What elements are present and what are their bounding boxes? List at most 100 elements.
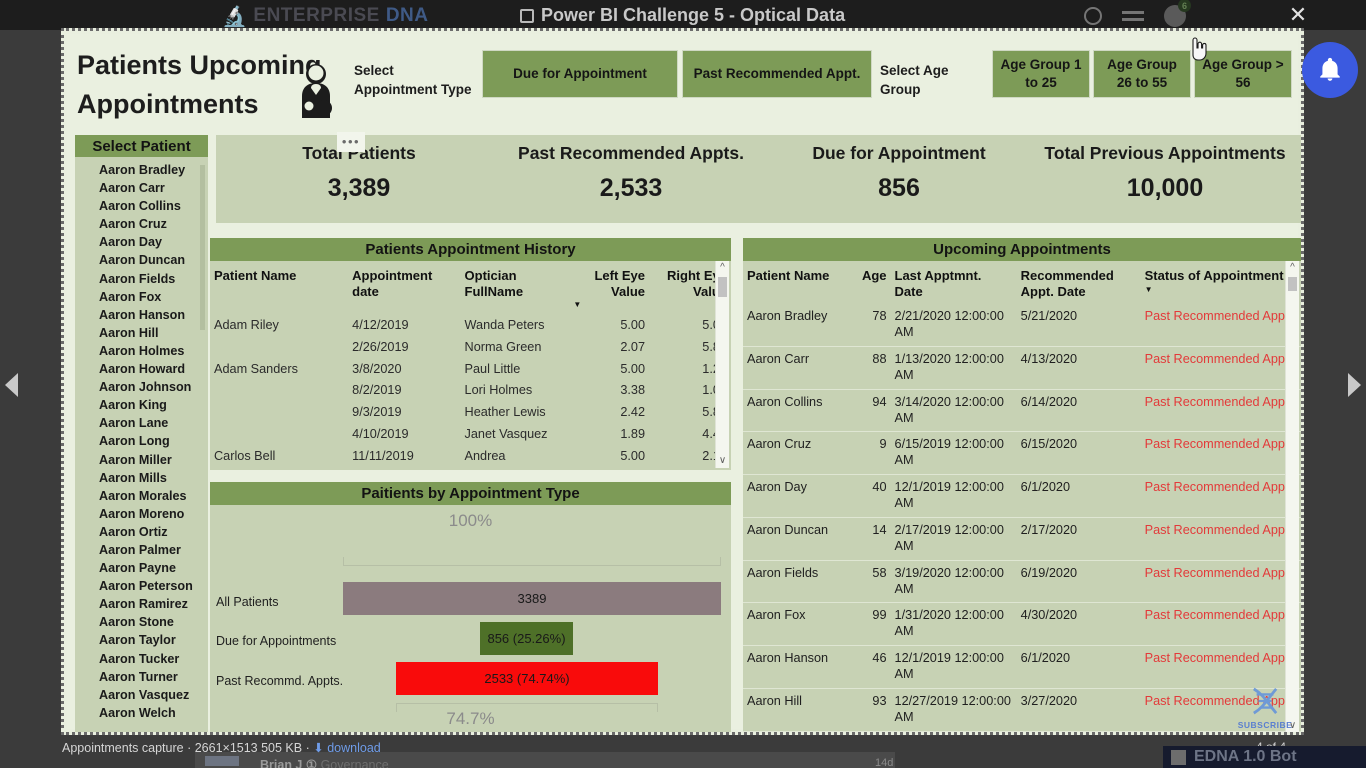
bot-bar[interactable]: EDNA 1.0 Bot	[1163, 746, 1366, 768]
upcoming-column-header[interactable]: Last Apptmnt. Date	[891, 261, 1017, 304]
history-cell-name	[210, 424, 348, 446]
upcoming-table-row[interactable]: Aaron Carr 88 1/13/2020 12:00:00 AM 4/13/20…	[743, 346, 1301, 390]
upcoming-table-row[interactable]: Aaron Bradley 78 2/21/2020 12:00:00 AM 5/21…	[743, 304, 1301, 347]
patient-slicer-item[interactable]: Aaron Holmes	[99, 342, 208, 360]
upcoming-column-header[interactable]: Patient Name	[743, 261, 854, 304]
history-table-row[interactable]: 2/26/2019Norma Green2.075.80	[210, 337, 731, 359]
patient-slicer-item[interactable]: Aaron Fox	[99, 288, 208, 306]
history-column-header[interactable]: Optician FullName	[461, 261, 570, 315]
patient-slicer-item[interactable]: Aaron Fields	[99, 270, 208, 288]
patient-slicer-item[interactable]: Aaron Collins	[99, 197, 208, 215]
bar-all-patients[interactable]: 3389	[343, 582, 721, 615]
history-table-scrollbar[interactable]: ^ ∨	[715, 261, 729, 468]
patient-slicer-item[interactable]: Aaron Vasquez	[99, 686, 208, 704]
patient-slicer-item[interactable]: Aaron Mills	[99, 469, 208, 487]
upcoming-table-row[interactable]: Aaron Duncan 14 2/17/2019 12:00:00 AM 2/17/…	[743, 517, 1301, 561]
upcoming-table-row[interactable]: Aaron Holmes672/25/2020 12:00:00 AM5/25/…	[743, 731, 1301, 732]
filter-due-for-appointment[interactable]: Due for Appointment	[482, 50, 678, 98]
patient-slicer-item[interactable]: Aaron Taylor	[99, 631, 208, 649]
history-cell-left: 5.00	[620, 317, 646, 332]
patient-slicer-item[interactable]: Aaron Morales	[99, 487, 208, 505]
download-link[interactable]: download	[327, 741, 381, 755]
history-cell-optician: Paul Little	[464, 361, 521, 376]
visual-more-options-button[interactable]: •••	[337, 132, 365, 152]
patient-slicer-scrollbar[interactable]	[200, 165, 205, 330]
patient-slicer-item[interactable]: Aaron Payne	[99, 559, 208, 577]
history-cell-date: 8/2/2019	[352, 383, 402, 398]
history-table-row[interactable]: 8/2/2019Lori Holmes3.381.06	[210, 380, 731, 402]
scroll-up-icon[interactable]: ^	[1286, 261, 1299, 275]
close-button[interactable]: ✕	[1285, 2, 1311, 28]
patient-slicer-item[interactable]: Aaron Ramirez	[99, 595, 208, 613]
history-column-header[interactable]: Appointment date	[348, 261, 460, 315]
hamburger-menu-icon[interactable]	[1122, 10, 1144, 23]
patient-slicer-item[interactable]: Aaron Ortiz	[99, 523, 208, 541]
upcoming-table-row[interactable]: Aaron Fox 99 1/31/2020 12:00:00 AM 4/30/202…	[743, 603, 1301, 646]
history-cell-left: 3.38	[620, 383, 646, 398]
upcoming-table-scrollbar[interactable]: ^ ∨	[1285, 261, 1299, 732]
upcoming-cell-last: 12/1/2019 12:00:00 AM	[894, 651, 1004, 682]
upcoming-table-row[interactable]: Aaron Collins 94 3/14/2020 12:00:00 AM 6/14…	[743, 389, 1301, 432]
patient-slicer-item[interactable]: Aaron Day	[99, 233, 208, 251]
scroll-down-icon[interactable]: ∨	[716, 454, 729, 468]
search-icon[interactable]	[1084, 7, 1102, 25]
upcoming-column-header[interactable]: Status of Appointment ▼	[1141, 261, 1301, 304]
patient-slicer-item[interactable]: Aaron Tucker	[99, 650, 208, 668]
patient-slicer-item[interactable]: Aaron Miller	[99, 451, 208, 469]
patient-slicer-item[interactable]: Aaron Long	[99, 432, 208, 450]
patient-slicer-item[interactable]: Aaron King	[99, 396, 208, 414]
patient-slicer-list[interactable]: Aaron Bradley Aaron Carr Aaron Collins Aaro…	[75, 157, 208, 732]
next-image-arrow[interactable]	[1348, 373, 1361, 397]
bar-chart: 100% All Patients Due for Appointments P…	[210, 505, 731, 732]
history-table-header-row[interactable]: Patient Name Appointment date Optician Ful…	[210, 261, 731, 315]
previous-image-arrow[interactable]	[5, 373, 18, 397]
patient-slicer-item[interactable]: Aaron Howard	[99, 360, 208, 378]
author-name[interactable]: Brian J	[260, 758, 302, 768]
bar-due-for-appointments[interactable]: 856 (25.26%)	[480, 622, 573, 655]
bar-past-recommd-appts[interactable]: 2533 (74.74%)	[396, 662, 658, 695]
patient-slicer-item[interactable]: Aaron Cruz	[99, 215, 208, 233]
patient-slicer-item[interactable]: Aaron Carr	[99, 179, 208, 197]
upcoming-table-row[interactable]: Aaron Hanson 46 12/1/2019 12:00:00 AM 6/1/2…	[743, 646, 1301, 689]
upcoming-cell-age: 9	[879, 437, 887, 452]
patient-slicer-item[interactable]: Aaron Moreno	[99, 505, 208, 523]
notifications-bell-button[interactable]	[1302, 42, 1358, 98]
history-table-row[interactable]: 4/10/2019Janet Vasquez1.894.47	[210, 424, 731, 446]
upcoming-table-header-row[interactable]: Patient Name Age Last Apptmnt. Date Recomme…	[743, 261, 1301, 304]
patient-slicer-item[interactable]: Aaron Johnson	[99, 378, 208, 396]
history-cell-date: 9/3/2019	[352, 405, 402, 420]
patient-slicer-item[interactable]: Aaron Palmer	[99, 541, 208, 559]
patient-slicer-item[interactable]: Aaron Duncan	[99, 251, 208, 269]
patient-slicer-item[interactable]: Aaron Hanson	[99, 306, 208, 324]
upcoming-table-row[interactable]: Aaron Hill 93 12/27/2019 12:00:00 AM 3/27/2…	[743, 688, 1301, 732]
upcoming-table-row[interactable]: Aaron Cruz 9 6/15/2019 12:00:00 AM 6/15/202…	[743, 432, 1301, 475]
filter-past-recommended-appt[interactable]: Past Recommended Appt.	[682, 50, 872, 98]
upcoming-column-header[interactable]: Age	[854, 261, 890, 304]
upcoming-table-row[interactable]: Aaron Fields 58 3/19/2020 12:00:00 AM 6/19/…	[743, 560, 1301, 603]
filter-age-group-1-25[interactable]: Age Group 1 to 25	[992, 50, 1090, 98]
filter-age-group-26-55[interactable]: Age Group 26 to 55	[1093, 50, 1191, 98]
avatar[interactable]: 6	[1164, 0, 1191, 27]
history-table-row[interactable]: Adam Sanders3/8/2020Paul Little5.001.21	[210, 359, 731, 381]
dna-logo-icon: 🔬	[222, 5, 248, 28]
history-column-header[interactable]: Patient Name	[210, 261, 348, 315]
history-table-row[interactable]: Adam Riley4/12/2019Wanda Peters5.005.02	[210, 315, 731, 337]
upcoming-cell-name: Aaron Hill	[747, 693, 802, 708]
history-table-row[interactable]: 9/3/2019Heather Lewis2.425.88	[210, 402, 731, 424]
patient-slicer-item[interactable]: Aaron Lane	[99, 414, 208, 432]
patient-slicer-item[interactable]: Aaron Stone	[99, 613, 208, 631]
scroll-up-icon[interactable]: ^	[716, 261, 729, 275]
history-table-row[interactable]: Carlos Bell11/11/2019Andrea5.002.13	[210, 446, 731, 468]
patient-slicer-item[interactable]: Aaron Hill	[99, 324, 208, 342]
patient-slicer-item[interactable]: Aaron Peterson	[99, 577, 208, 595]
history-column-header[interactable]: Left Eye Value ▼	[569, 261, 649, 315]
channel-name[interactable]: Governance	[321, 758, 389, 768]
patient-slicer-item[interactable]: Aaron Bradley	[99, 161, 208, 179]
patient-slicer-item[interactable]: Aaron Turner	[99, 668, 208, 686]
scrollbar-thumb[interactable]	[1288, 277, 1297, 291]
upcoming-column-header[interactable]: Recommended Appt. Date	[1017, 261, 1141, 304]
patient-slicer-item[interactable]: Aaron Welch	[99, 704, 208, 722]
upcoming-table-row[interactable]: Aaron Day 40 12/1/2019 12:00:00 AM 6/1/2020…	[743, 475, 1301, 518]
download-icon[interactable]: ⬇	[313, 741, 323, 755]
scrollbar-thumb[interactable]	[718, 277, 727, 297]
